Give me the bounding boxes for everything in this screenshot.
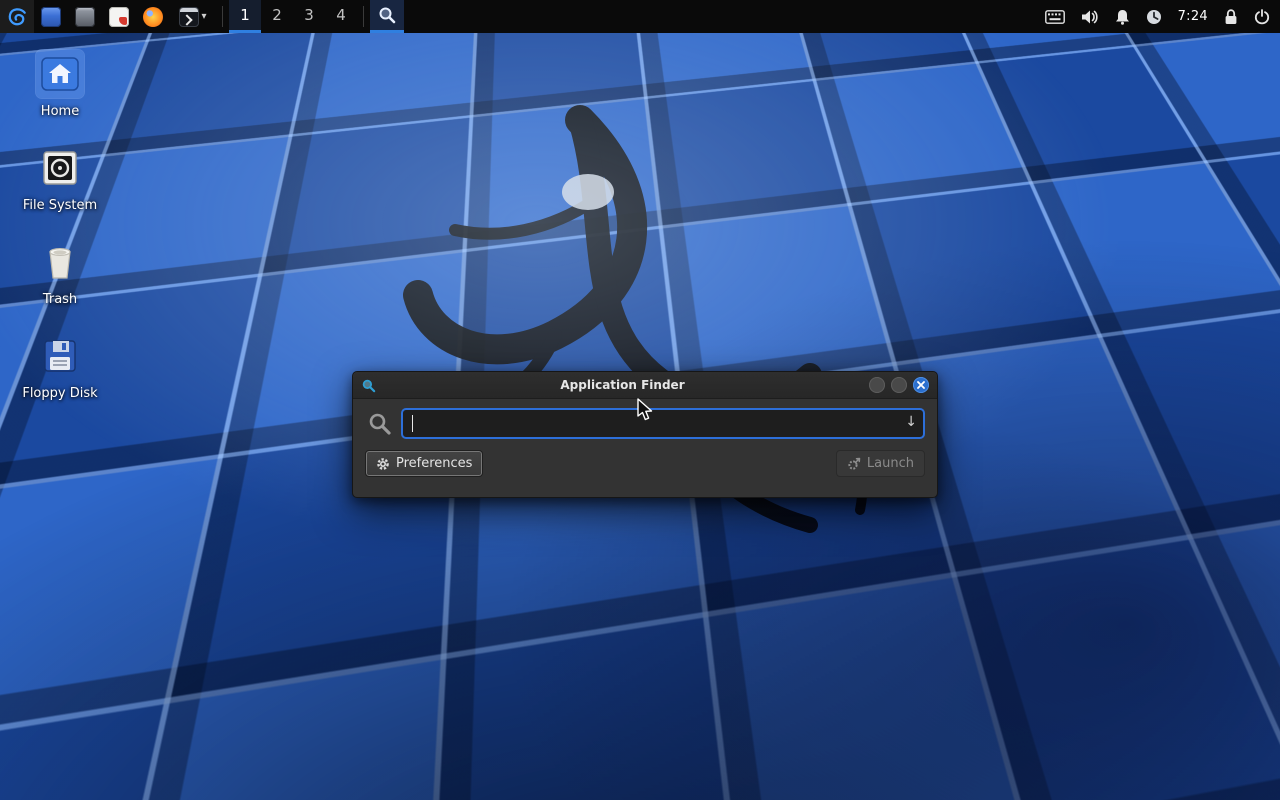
panel-left: ▾ 1 2 3 4 (0, 0, 404, 33)
search-icon (367, 411, 393, 437)
taskbar-application-finder[interactable] (370, 0, 404, 33)
search-input-wrap: ↓ (401, 408, 925, 439)
terminal-icon (179, 7, 199, 27)
desktop-icon-floppy-disk[interactable]: Floppy Disk (12, 332, 108, 401)
volume-icon[interactable] (1081, 9, 1099, 25)
preferences-label: Preferences (396, 456, 472, 471)
application-finder-icon (361, 378, 376, 393)
panel-separator (222, 6, 223, 27)
close-button[interactable] (913, 377, 929, 393)
desktop-icon-home[interactable]: Home (12, 50, 108, 119)
power-icon[interactable] (1254, 9, 1270, 25)
floppy-disk-icon (36, 332, 84, 380)
desktop-icon-label: Home (41, 104, 79, 119)
close-icon (917, 381, 925, 389)
button-row: Preferences Launch (353, 446, 937, 477)
gear-icon (376, 457, 390, 471)
text-caret (412, 415, 413, 432)
desktop-icon-trash[interactable]: Trash (12, 238, 108, 307)
desktop-icon-label: Floppy Disk (22, 386, 97, 401)
workspace-1[interactable]: 1 (229, 0, 261, 33)
home-folder-icon (36, 50, 84, 98)
desktop-icon-list: Home File System Trash (12, 50, 108, 401)
minimize-button[interactable] (869, 377, 885, 393)
desktop-icon-label: Trash (43, 292, 77, 307)
clock[interactable]: 7:24 (1178, 9, 1208, 24)
lock-icon[interactable] (1224, 9, 1238, 25)
panel-separator (363, 6, 364, 27)
keyboard-icon[interactable] (1045, 10, 1065, 24)
files-icon (75, 7, 95, 27)
kali-logo-icon (5, 5, 29, 29)
launch-label: Launch (867, 456, 914, 471)
search-row: ↓ (353, 399, 937, 446)
firefox-icon (143, 7, 163, 27)
chevron-down-icon[interactable]: ▾ (201, 11, 206, 22)
files-launcher[interactable] (68, 0, 102, 33)
launch-icon (847, 457, 861, 471)
firefox-launcher[interactable] (136, 0, 170, 33)
trash-icon (36, 238, 84, 286)
window-title: Application Finder (382, 378, 863, 392)
top-panel: ▾ 1 2 3 4 (0, 0, 1280, 33)
desktop-icon-file-system[interactable]: File System (12, 144, 108, 213)
panel-tray: 7:24 (1045, 0, 1280, 33)
desktop-icon-label: File System (23, 198, 97, 213)
update-status-icon[interactable] (1146, 9, 1162, 25)
workspace-2[interactable]: 2 (261, 0, 293, 33)
file-manager-icon (41, 7, 61, 27)
dropdown-arrow-icon[interactable]: ↓ (905, 414, 917, 430)
application-finder-window: Application Finder ↓ (352, 371, 938, 498)
titlebar[interactable]: Application Finder (353, 372, 937, 399)
maximize-button[interactable] (891, 377, 907, 393)
text-editor-launcher[interactable] (102, 0, 136, 33)
preferences-button[interactable]: Preferences (365, 450, 483, 477)
terminal-launcher[interactable]: ▾ (170, 0, 216, 33)
file-system-icon (36, 144, 84, 192)
launch-button[interactable]: Launch (836, 450, 925, 477)
workspace-4[interactable]: 4 (325, 0, 357, 33)
notifications-bell-icon[interactable] (1115, 9, 1130, 25)
search-input[interactable] (401, 408, 925, 439)
file-manager-launcher[interactable] (34, 0, 68, 33)
applications-menu-button[interactable] (0, 0, 34, 33)
workspace-3[interactable]: 3 (293, 0, 325, 33)
application-finder-task-icon (377, 5, 397, 25)
desktop: ▾ 1 2 3 4 (0, 0, 1280, 800)
text-editor-icon (109, 7, 129, 27)
